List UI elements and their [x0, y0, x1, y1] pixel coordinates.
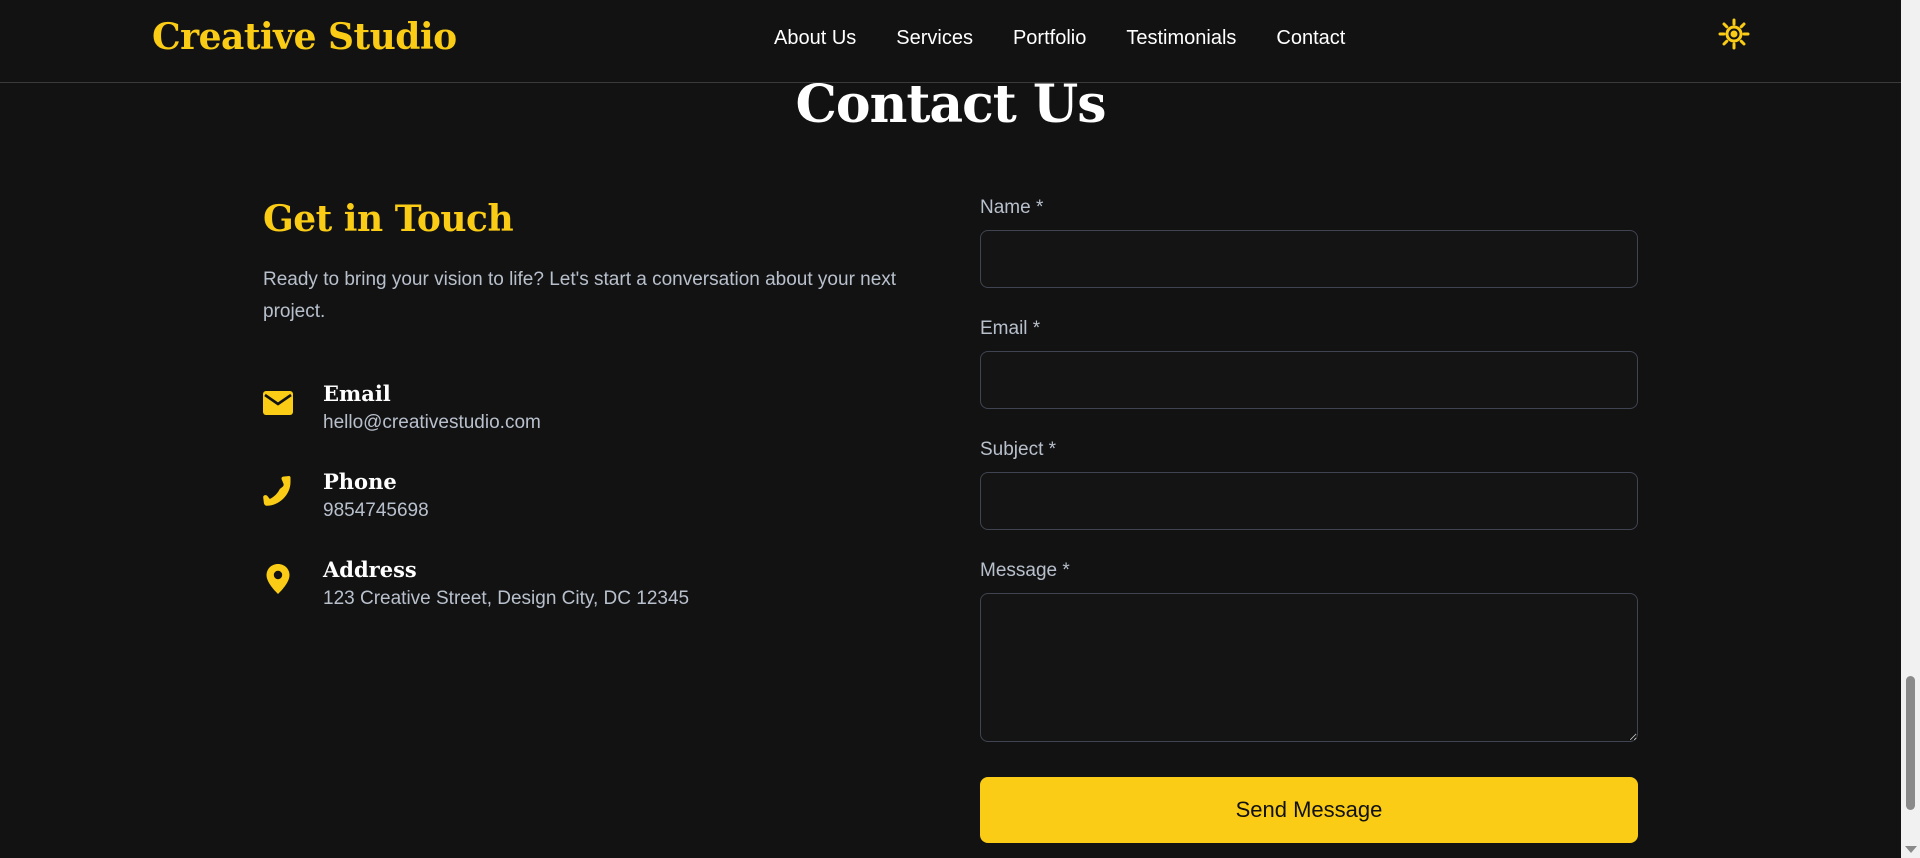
- subject-input[interactable]: [980, 472, 1638, 530]
- main-nav: About Us Services Portfolio Testimonials…: [774, 27, 1345, 50]
- email-label: Email *: [980, 318, 1041, 339]
- street-address: 123 Creative Street, Design City, DC 123…: [323, 588, 690, 609]
- page: Creative Studio About Us Services Portfo…: [0, 0, 1920, 858]
- site-logo[interactable]: Creative Studio: [152, 16, 457, 58]
- phone-icon: [263, 475, 293, 507]
- nav-link-contact[interactable]: Contact: [1276, 27, 1345, 50]
- contact-info-address: Address 123 Creative Street, Design City…: [263, 557, 823, 627]
- send-message-button[interactable]: Send Message: [980, 777, 1638, 843]
- get-in-touch-description: Ready to bring your vision to life? Let'…: [263, 269, 897, 322]
- contact-info-email: Email hello@creativestudio.com: [263, 381, 823, 451]
- envelope-icon: [263, 387, 293, 419]
- map-pin-icon: [263, 563, 293, 595]
- contact-info-phone: Phone 9854745698: [263, 469, 823, 539]
- phone-number[interactable]: 9854745698: [323, 500, 429, 522]
- navbar: Creative Studio About Us Services Portfo…: [0, 0, 1901, 83]
- contact-info-title: Address: [323, 557, 417, 582]
- message-textarea[interactable]: [980, 593, 1638, 742]
- contact-info-title: Email: [323, 381, 391, 406]
- nav-link-services[interactable]: Services: [896, 27, 973, 50]
- name-label: Name *: [980, 197, 1044, 218]
- subject-label: Subject *: [980, 439, 1057, 460]
- sun-icon: [1718, 18, 1750, 50]
- scrollbar-thumb[interactable]: [1906, 676, 1915, 810]
- email-address[interactable]: hello@creativestudio.com: [323, 412, 541, 434]
- page-scrollbar[interactable]: [1901, 0, 1920, 858]
- name-input[interactable]: [980, 230, 1638, 288]
- nav-link-portfolio[interactable]: Portfolio: [1013, 27, 1086, 50]
- nav-link-about-us[interactable]: About Us: [774, 27, 856, 50]
- contact-section-title: Contact Us: [795, 74, 1107, 135]
- get-in-touch-heading: Get in Touch: [263, 198, 514, 240]
- nav-link-testimonials[interactable]: Testimonials: [1126, 27, 1236, 50]
- email-input[interactable]: [980, 351, 1638, 409]
- contact-info-title: Phone: [323, 469, 397, 494]
- scroll-down-arrow-icon[interactable]: [1905, 846, 1917, 853]
- theme-toggle-button[interactable]: [1718, 18, 1750, 50]
- message-label: Message *: [980, 560, 1070, 581]
